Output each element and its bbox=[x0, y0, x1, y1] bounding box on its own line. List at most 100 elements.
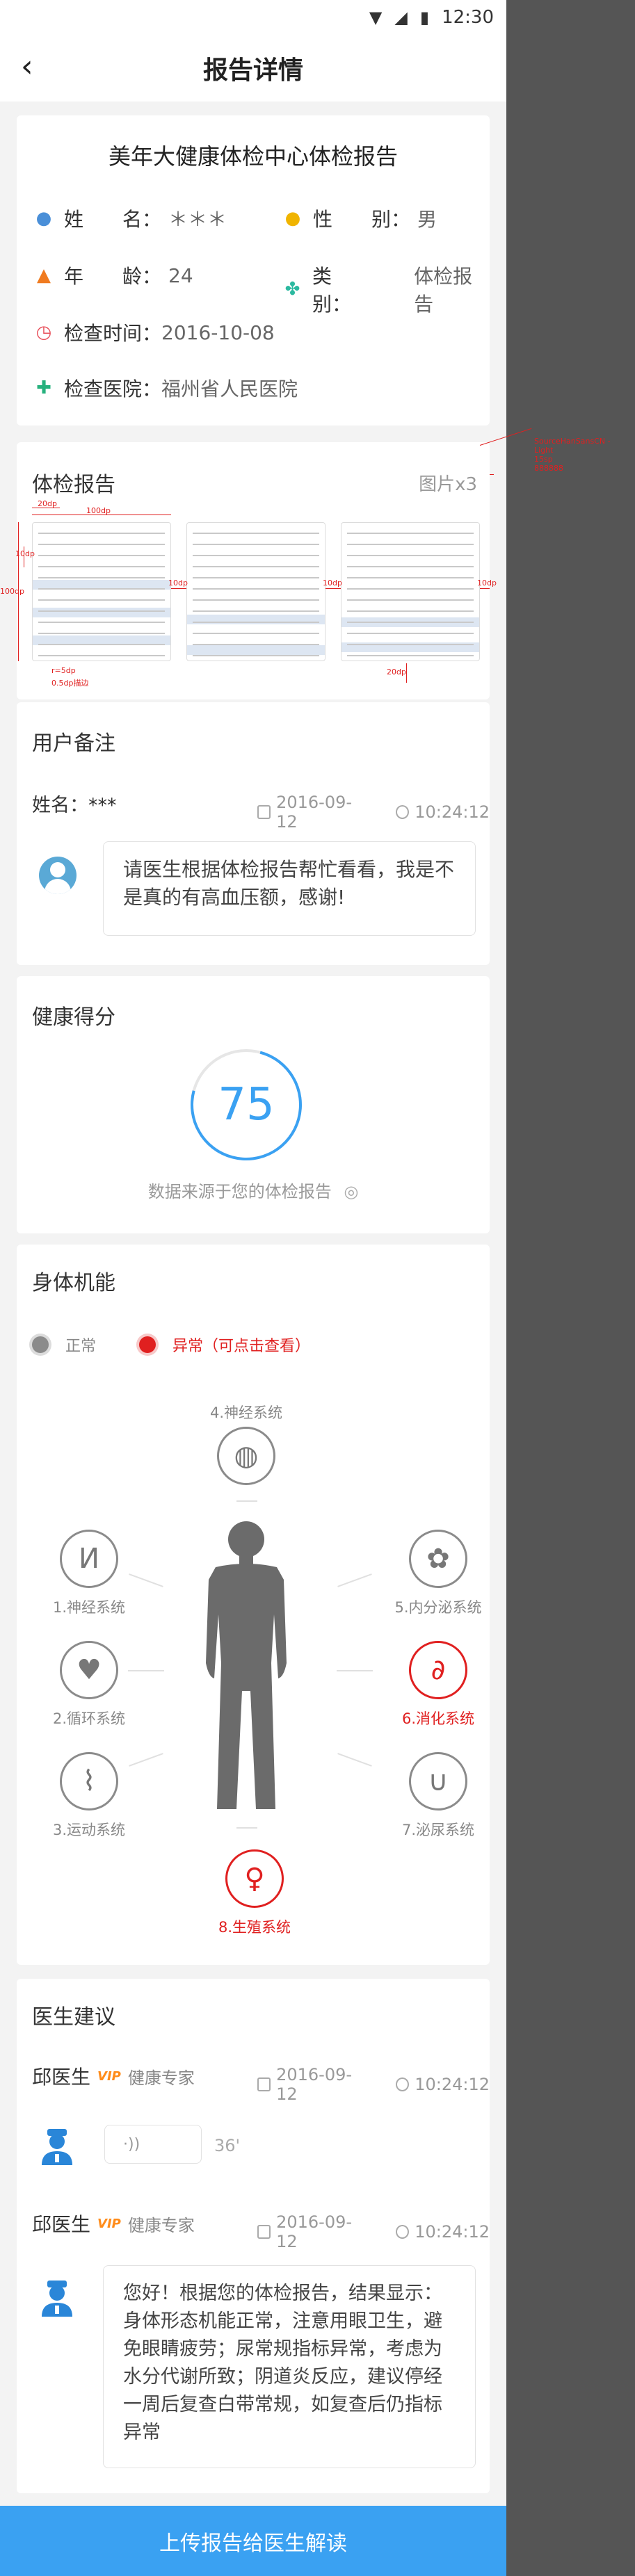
doctor-avatar bbox=[42, 2281, 72, 2317]
advice-date: 2016-09-12 bbox=[276, 2212, 353, 2251]
remark-time: 10:24:12 bbox=[415, 802, 490, 822]
organ-label: 5.内分泌系统 bbox=[394, 1599, 482, 1616]
score-value: 75 bbox=[218, 1079, 275, 1131]
organ-label: 3.运动系统 bbox=[52, 1822, 126, 1838]
report-info-card: 美年大健康体检中心体检报告 ● 姓 名： ＊＊＊ ● 性 别： 男 ▲ 年 龄：… bbox=[17, 115, 490, 426]
gender-row: ● 性 别： 男 bbox=[281, 204, 437, 232]
endocrine-icon[interactable]: ✿ bbox=[409, 1530, 467, 1588]
stomach-icon[interactable]: ∂ bbox=[409, 1641, 467, 1699]
report-thumbnail[interactable] bbox=[32, 522, 171, 661]
calendar-icon bbox=[257, 2077, 271, 2091]
organ-label: 4.神经系统 bbox=[209, 1404, 283, 1421]
brain-icon[interactable]: ◍ bbox=[217, 1427, 275, 1485]
clock-icon bbox=[396, 2225, 410, 2239]
spec-annotation: 20dp bbox=[38, 499, 57, 508]
hospital-cross-icon: ✚ bbox=[36, 378, 51, 398]
legend-abnormal: 异常（可点击查看） bbox=[139, 1334, 310, 1356]
upload-report-button[interactable]: 上传报告给医生解读 bbox=[0, 2506, 506, 2576]
category-icon: ✤ bbox=[284, 279, 300, 300]
date-row: ◷ 检查时间： 2016-10-08 bbox=[32, 318, 275, 346]
heart-icon[interactable]: ♥ bbox=[60, 1641, 118, 1699]
calendar-icon bbox=[257, 2225, 271, 2239]
hospital-value: 福州省人民医院 bbox=[161, 378, 298, 400]
spec-note-line: 888888 bbox=[534, 464, 563, 473]
user-remark-card: 用户备注 姓名：*** 2016-09-12 10:24:12 请医生根据体检报… bbox=[17, 702, 490, 965]
remark-meta: 2016-09-12 10:24:12 bbox=[257, 793, 490, 832]
age-value: 24 bbox=[168, 264, 193, 287]
back-icon[interactable]: ‹ bbox=[21, 49, 33, 84]
abnormal-dot-icon bbox=[139, 1336, 156, 1353]
signal-icon: ◢ bbox=[394, 8, 408, 27]
doctor-name: 邱医生 bbox=[32, 2066, 91, 2089]
doctor-advice-card: 医生建议 邱医生 VIP 健康专家 2016-09-12 10:24:12 ·)… bbox=[17, 1979, 490, 2493]
person-icon: ● bbox=[35, 208, 52, 229]
name-value: ＊＊＊ bbox=[168, 208, 227, 231]
remark-message: 请医生根据体检报告帮忙看看，我是不是真的有高血压额，感谢! bbox=[103, 841, 476, 936]
eye-icon[interactable]: ◎ bbox=[344, 1182, 358, 1201]
name-row: ● 姓 名： ＊＊＊ bbox=[32, 204, 227, 232]
page-title: 报告详情 bbox=[202, 56, 303, 85]
hospital-row: ✚ 检查医院： 福州省人民医院 bbox=[32, 374, 298, 402]
spec-note-line: SourceHanSansCN - Light bbox=[534, 437, 611, 455]
doctor-header: 邱医生 VIP 健康专家 bbox=[32, 2062, 195, 2090]
date-value: 2016-10-08 bbox=[161, 321, 275, 344]
score-source-text: 数据来源于您的体检报告 bbox=[147, 1182, 332, 1201]
lungs-icon[interactable]: ⵍ bbox=[60, 1530, 118, 1588]
report-info-title: 美年大健康体检中心体检报告 bbox=[108, 143, 398, 170]
type-row: ✤ 类 别： 体检报告 bbox=[281, 261, 490, 317]
spec-note-line: 15sp bbox=[534, 455, 553, 464]
status-bar: ▼ ◢ ▮ 12:30 bbox=[0, 0, 506, 35]
legend-normal-label: 正常 bbox=[65, 1338, 97, 1355]
nav-bar: ‹ 报告详情 bbox=[0, 35, 506, 102]
date-label: 检查时间： bbox=[64, 322, 162, 345]
normal-dot-icon bbox=[32, 1336, 49, 1353]
clock-icon bbox=[396, 2077, 410, 2091]
gender-label: 性 别： bbox=[313, 208, 411, 231]
spec-annotation: 10dp bbox=[477, 578, 497, 588]
report-section-title: 体检报告 bbox=[32, 473, 115, 497]
advice-time: 10:24:12 bbox=[415, 2222, 490, 2242]
remark-user: 姓名：*** bbox=[32, 795, 117, 816]
type-label: 类 别： bbox=[312, 265, 371, 316]
advice-date: 2016-09-12 bbox=[276, 2065, 353, 2104]
report-thumbnail[interactable] bbox=[186, 522, 325, 661]
score-section-title: 健康得分 bbox=[32, 1005, 115, 1030]
remark-date: 2016-09-12 bbox=[276, 793, 353, 832]
vip-badge: VIP bbox=[97, 2216, 121, 2231]
status-time: 12:30 bbox=[442, 7, 494, 28]
organ-label: 2.循环系统 bbox=[52, 1710, 126, 1727]
report-images-card: 体检报告 图片x3 20dp 100dp 10dp 100dp 10dp 10d… bbox=[0, 442, 497, 699]
battery-icon: ▮ bbox=[419, 8, 430, 27]
advice-message: 您好！根据您的体检报告，结果显示：身体形态机能正常，注意用眼卫生，避免眼睛疲劳；… bbox=[103, 2265, 476, 2468]
design-spec-note: SourceHanSansCN - Light 15sp 888888 bbox=[534, 437, 632, 473]
gender-value: 男 bbox=[417, 208, 437, 231]
legend-normal: 正常 bbox=[32, 1334, 96, 1356]
bone-icon[interactable]: ⌇ bbox=[60, 1752, 118, 1811]
organ-label: 7.泌尿系统 bbox=[401, 1822, 475, 1838]
organ-label: 1.神经系统 bbox=[52, 1599, 126, 1616]
report-thumbnail[interactable] bbox=[341, 522, 480, 661]
clock-icon: ◷ bbox=[35, 322, 52, 343]
voice-message[interactable]: ·)) bbox=[104, 2125, 202, 2164]
spec-annotation: 100dp bbox=[86, 506, 111, 515]
reproductive-icon[interactable]: ♀ bbox=[225, 1849, 284, 1908]
health-score-card: 健康得分 75 数据来源于您的体检报告 ◎ bbox=[17, 976, 490, 1233]
name-label: 姓 名： bbox=[64, 208, 162, 231]
wifi-icon: ▼ bbox=[369, 8, 383, 27]
spec-annotation: r=5dp bbox=[51, 666, 76, 675]
score-source: 数据来源于您的体检报告 ◎ bbox=[17, 1178, 490, 1202]
advice-meta: 2016-09-12 10:24:12 bbox=[257, 2065, 490, 2104]
vip-badge: VIP bbox=[97, 2068, 121, 2084]
doctor-title: 健康专家 bbox=[127, 2068, 195, 2088]
age-row: ▲ 年 龄： 24 bbox=[32, 261, 193, 289]
clock-icon bbox=[396, 805, 410, 819]
doctor-avatar bbox=[42, 2129, 72, 2165]
user-avatar bbox=[39, 857, 77, 894]
kidney-icon[interactable]: ∪ bbox=[409, 1752, 467, 1811]
doctor-title: 健康专家 bbox=[127, 2215, 195, 2235]
hospital-label: 检查医院： bbox=[64, 378, 162, 400]
legend-abnormal-label: 异常（可点击查看） bbox=[172, 1338, 311, 1355]
spec-annotation: 20dp bbox=[387, 667, 406, 677]
spec-annotation: 10dp bbox=[323, 578, 342, 588]
phone-screen: ▼ ◢ ▮ 12:30 ‹ 报告详情 美年大健康体检中心体检报告 ● 姓 名： … bbox=[0, 0, 506, 2576]
